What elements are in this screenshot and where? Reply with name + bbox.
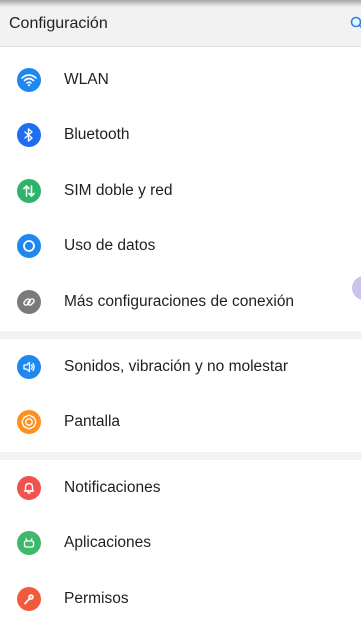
settings-section-apps: Notificaciones Aplicaciones Permisos: [0, 460, 361, 627]
link-icon: [17, 289, 41, 314]
settings-item-notifications[interactable]: Notificaciones: [0, 460, 361, 516]
settings-item-permissions[interactable]: Permisos: [0, 571, 361, 627]
settings-item-label: Pantalla: [64, 413, 121, 431]
settings-item-label: SIM doble y red: [64, 181, 173, 199]
settings-item-label: Más configuraciones de conexión: [64, 292, 295, 310]
key-icon: [17, 586, 41, 611]
brightness-icon: [17, 410, 41, 435]
settings-item-label: Aplicaciones: [64, 534, 152, 552]
settings-item-label: Notificaciones: [64, 478, 161, 496]
status-shadow: [0, 0, 361, 7]
settings-item-label: Bluetooth: [64, 126, 130, 144]
settings-item-display[interactable]: Pantalla: [0, 395, 361, 451]
sim-data-icon: [17, 178, 41, 203]
settings-item-apps[interactable]: Aplicaciones: [0, 516, 361, 572]
settings-section-sound-display: Sonidos, vibración y no molestar Pantall…: [0, 339, 361, 450]
settings-item-more-connections[interactable]: Más configuraciones de conexión: [0, 274, 361, 330]
settings-item-data-usage[interactable]: Uso de datos: [0, 219, 361, 275]
settings-item-label: Uso de datos: [64, 237, 156, 255]
speaker-icon: [17, 354, 41, 379]
settings-screen: Configuración WLAN Bluetooth SIM doble y…: [0, 0, 361, 627]
settings-section-connectivity: WLAN Bluetooth SIM doble y red Uso de da…: [0, 52, 361, 330]
bluetooth-icon: [17, 123, 41, 148]
settings-item-label: WLAN: [64, 70, 109, 88]
settings-item-label: Sonidos, vibración y no molestar: [64, 357, 289, 375]
data-usage-icon: [17, 234, 41, 259]
search-icon[interactable]: [350, 16, 361, 30]
android-icon: [17, 531, 41, 556]
section-divider: [0, 331, 361, 339]
settings-item-sounds[interactable]: Sonidos, vibración y no molestar: [0, 339, 361, 395]
settings-item-wlan[interactable]: WLAN: [0, 52, 361, 108]
settings-item-dual-sim[interactable]: SIM doble y red: [0, 163, 361, 219]
settings-item-bluetooth[interactable]: Bluetooth: [0, 108, 361, 164]
settings-item-label: Permisos: [64, 589, 129, 607]
wifi-icon: [17, 67, 41, 92]
bell-icon: [17, 475, 41, 500]
app-header: Configuración: [0, 0, 361, 47]
page-title: Configuración: [9, 15, 108, 32]
section-divider: [0, 452, 361, 460]
